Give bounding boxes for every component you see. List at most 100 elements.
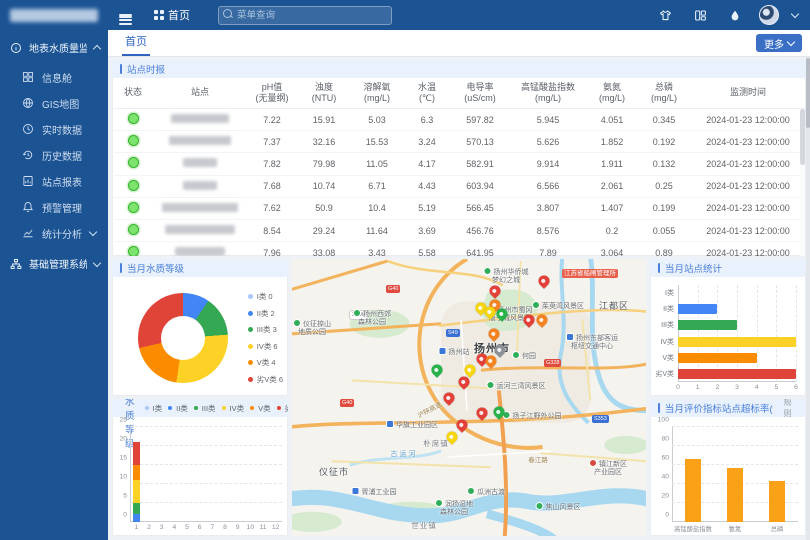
monitor-time-cell: 2024-01-23 12:00:00 — [690, 226, 806, 236]
legend-item-III类[interactable]: III类 — [194, 403, 216, 414]
exceed-rate-panel: 当月评价指标站点超标率(%) 规则 020406080100高锰酸盐指数氨氮总磷 — [650, 399, 806, 536]
city-map[interactable]: 扬州市江都区仪征市扬州华侨城 梦幻之城江苏省船闸管理所扬州西郊 森林公园仪征捺山… — [292, 259, 646, 536]
legend-item-II类[interactable]: II类 — [168, 403, 188, 414]
sidebar-item-预警管理[interactable]: 预警管理 — [0, 194, 108, 220]
value-cell: 5.03 — [350, 115, 404, 125]
table-row[interactable]: 7.3732.1615.533.24570.135.6261.8520.1922… — [112, 131, 806, 153]
more-button[interactable]: 更多 — [756, 34, 802, 52]
alert-icon — [22, 201, 34, 213]
sidebar-item-label: GIS地图 — [42, 96, 79, 111]
status-ok-dot — [128, 224, 139, 235]
theme-skin-icon[interactable] — [654, 4, 676, 26]
sidebar-item-label: 站点报表 — [42, 174, 82, 189]
table-row[interactable]: 8.5429.2411.643.69456.768.5760.20.055202… — [112, 220, 806, 242]
station-name-redacted — [165, 225, 235, 234]
legend-item-III类[interactable]: III类 3 — [248, 324, 283, 335]
value-cell: 5.19 — [404, 203, 450, 213]
sidebar-item-历史数据[interactable]: 历史数据 — [0, 142, 108, 168]
sidebar-item-GIS地图[interactable]: GIS地图 — [0, 90, 108, 116]
stack-segment-V类 — [133, 465, 140, 480]
donut-ring[interactable] — [138, 293, 228, 383]
table-row[interactable]: 7.6810.746.714.43603.946.5662.0610.25202… — [112, 176, 806, 198]
water-drop-icon[interactable] — [724, 4, 746, 26]
logo-redacted — [10, 9, 98, 22]
value-cell: 7.96 — [246, 248, 298, 256]
gridline — [130, 426, 282, 427]
gridline — [717, 285, 718, 382]
column-header: pH值(无量纲) — [246, 82, 298, 105]
y-cat-label: II类 — [663, 304, 678, 314]
value-cell: 10.74 — [298, 181, 350, 191]
station-name-redacted — [162, 203, 238, 212]
y-cat-label: V类 — [662, 353, 678, 363]
value-cell: 9.914 — [510, 159, 586, 169]
value-cell: 7.68 — [246, 181, 298, 191]
status-cell — [112, 157, 154, 170]
collapse-sidebar-icon[interactable] — [114, 4, 136, 26]
exceed-rate-link[interactable]: 规则 — [783, 399, 798, 419]
station-cell — [154, 181, 246, 192]
column-header: 状态 — [112, 87, 154, 98]
table-row[interactable]: 7.9633.083.435.58641.957.893.0640.892024… — [112, 242, 806, 256]
map-label-江苏省船闸管理所: 江苏省船闸管理所 — [562, 269, 618, 278]
legend-item-IV类[interactable]: IV类 6 — [248, 341, 283, 352]
legend-item-I类[interactable]: I类 — [145, 403, 163, 414]
table-row[interactable]: 7.6250.910.45.19566.453.8071.4070.199202… — [112, 198, 806, 220]
y-cat-label: 劣V类 — [655, 369, 678, 379]
annual-legend: I类 II类 III类 IV类 V类劣V类 — [145, 403, 288, 414]
home-grid-icon — [154, 10, 164, 20]
x-tick-label: 9 — [236, 524, 240, 531]
exceed-rate-plot: 020406080100高锰酸盐指数氨氮总磷 — [672, 427, 798, 522]
y-tick-label: 25 — [119, 417, 130, 424]
legend-item-劣V类[interactable]: 劣V类 6 — [248, 374, 283, 385]
sidebar-group-base-management[interactable]: 基础管理系统 — [0, 246, 108, 280]
value-cell: 1.852 — [586, 137, 638, 147]
map-label-仪征捺山地质公园: 仪征捺山 地质公园 — [293, 319, 331, 337]
legend-item-劣V类[interactable]: 劣V类 — [277, 403, 288, 414]
status-ok-dot — [128, 246, 139, 256]
value-cell: 11.64 — [350, 226, 404, 236]
table-scrollbar[interactable] — [800, 109, 805, 256]
legend-item-I类[interactable]: I类 0 — [248, 291, 283, 302]
value-cell: 641.95 — [450, 248, 510, 256]
sidebar-item-实时数据[interactable]: 实时数据 — [0, 116, 108, 142]
road-badge-G328: G328 — [544, 359, 561, 367]
map-label-扬州站: 扬州站 — [439, 347, 470, 357]
stack-segment-劣V类 — [133, 442, 140, 465]
legend-item-V类[interactable]: V类 4 — [248, 357, 283, 368]
left-chart-column: 当月水质等级 I类 0II类 2III类 3IV类 6V类 4劣V类 6 全年水… — [112, 259, 288, 536]
legend-item-II类[interactable]: II类 2 — [248, 308, 283, 319]
x-tick-label: 1 — [134, 524, 138, 531]
station-name-redacted — [171, 114, 229, 123]
sidebar-item-站点报表[interactable]: 站点报表 — [0, 168, 108, 194]
monitor-time-cell: 2024-01-23 12:00:00 — [690, 181, 806, 191]
user-menu-caret-icon[interactable] — [791, 9, 799, 17]
tab-home[interactable]: 首页 — [122, 33, 150, 56]
station-cell — [154, 158, 246, 169]
layout-switch-icon[interactable] — [689, 4, 711, 26]
sidebar-item-统计分析[interactable]: 统计分析 — [0, 220, 108, 246]
breadcrumb[interactable]: 首页 — [154, 7, 190, 23]
value-cell: 603.94 — [450, 181, 510, 191]
sidebar-group-label: 地表水质量监测系统 — [29, 40, 87, 55]
legend-label: IV类 6 — [257, 341, 278, 352]
value-cell: 0.345 — [638, 115, 690, 125]
legend-item-V类[interactable]: V类 — [250, 403, 271, 414]
legend-dot — [248, 360, 253, 365]
app-root: 首页 地表水质量监测系统 信息舱GI — [0, 0, 810, 540]
table-row[interactable]: 7.8279.9811.054.17582.919.9141.9110.1322… — [112, 153, 806, 175]
sidebar-item-信息舱[interactable]: 信息舱 — [0, 64, 108, 90]
value-cell: 0.25 — [638, 181, 690, 191]
user-avatar[interactable] — [759, 5, 779, 25]
sidebar-group-label: 基础管理系统 — [29, 256, 87, 271]
legend-item-IV类[interactable]: IV类 — [222, 403, 245, 414]
panel-title-annual-grade: 全年水质等级 I类II类III类IV类V类劣V类 — [112, 399, 288, 417]
map-label-润扬湿地森林公园: 润扬湿地 森林公园 — [435, 499, 473, 517]
table-row[interactable]: 7.2215.915.036.3597.825.9454.0510.345202… — [112, 109, 806, 131]
station-name-redacted — [183, 158, 217, 167]
value-cell: 8.54 — [246, 226, 298, 236]
sidebar-group-surface-water-system[interactable]: 地表水质量监测系统 — [0, 30, 108, 64]
menu-search-input[interactable] — [218, 6, 392, 25]
bar-V类 — [678, 353, 757, 363]
value-cell: 32.16 — [298, 137, 350, 147]
